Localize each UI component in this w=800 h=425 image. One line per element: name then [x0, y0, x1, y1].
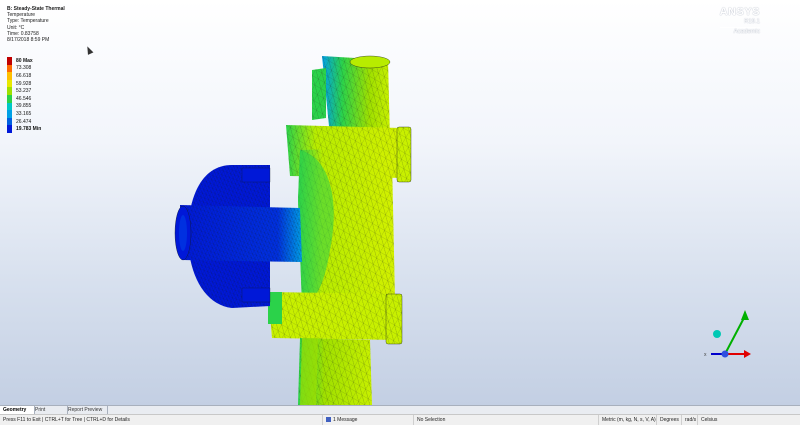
axis-triad[interactable]: x	[695, 300, 765, 365]
legend-entry: 59.928	[7, 79, 41, 88]
ansys-edition: Academic	[719, 27, 760, 35]
status-units[interactable]: Metric (m, kg, N, s, V, A)	[598, 415, 657, 425]
legend-swatch	[7, 125, 12, 133]
legend-swatch	[7, 117, 12, 126]
legend-entry: 73.308	[7, 64, 41, 73]
message-icon	[326, 417, 331, 423]
legend-entry: 53.237	[7, 87, 41, 95]
valve-body	[298, 148, 395, 305]
status-selection: No Selection	[413, 415, 597, 425]
status-messages[interactable]: 1 Message	[322, 415, 416, 425]
ansys-branding: ANSYS R19.1 Academic	[719, 6, 760, 35]
ansys-logo: ANSYS	[719, 6, 760, 18]
legend-swatch	[7, 110, 12, 118]
legend-entry: 46.546	[7, 94, 41, 103]
legend-entry: 19.783 Min	[7, 125, 41, 133]
legend-entry: 80 Max	[7, 57, 41, 65]
legend-entry: 66.618	[7, 72, 41, 80]
thermal-model[interactable]	[0, 0, 800, 405]
legend-swatch	[7, 79, 12, 88]
svg-text:x: x	[704, 352, 707, 358]
legend-swatch	[7, 102, 12, 111]
lower-pipe	[298, 338, 372, 405]
legend-swatch	[7, 57, 12, 65]
tab-report-preview[interactable]: Report Preview	[65, 406, 108, 414]
result-date: 8/17/2018 8:59 PM	[7, 37, 50, 44]
iso-ball-icon[interactable]	[713, 330, 721, 338]
status-messages-label: 1 Message	[333, 417, 358, 423]
status-temp-unit[interactable]: Celsius	[697, 415, 729, 425]
result-info: B: Steady-State Thermal Temperature Type…	[7, 6, 65, 43]
side-nozzle	[174, 165, 302, 308]
legend-entry: 39.855	[7, 102, 41, 111]
ansys-version: R19.1	[743, 19, 760, 25]
view-tabs: Geometry Print Preview Report Preview	[0, 405, 800, 421]
graphics-viewport[interactable]: B: Steady-State Thermal Temperature Type…	[0, 0, 800, 405]
legend-swatch	[7, 64, 12, 73]
legend-entry: 26.474	[7, 117, 41, 126]
ansys-window: B: Steady-State Thermal Temperature Type…	[0, 0, 800, 425]
tab-print-preview[interactable]: Print Preview	[32, 406, 68, 421]
status-hint: Press F11 to Exit | CTRL+T for Tree | CT…	[3, 417, 130, 423]
lower-flange	[268, 292, 403, 345]
legend-swatch	[7, 94, 12, 103]
legend-entry: 33.165	[7, 110, 41, 118]
legend-swatch	[7, 87, 12, 95]
temperature-legend[interactable]: 80 Max 73.308 66.618 59.928 53.237 46.54…	[7, 57, 41, 133]
tab-geometry[interactable]: Geometry	[0, 406, 35, 414]
status-bar: Press F11 to Exit | CTRL+T for Tree | CT…	[0, 414, 800, 425]
legend-swatch	[7, 72, 12, 80]
